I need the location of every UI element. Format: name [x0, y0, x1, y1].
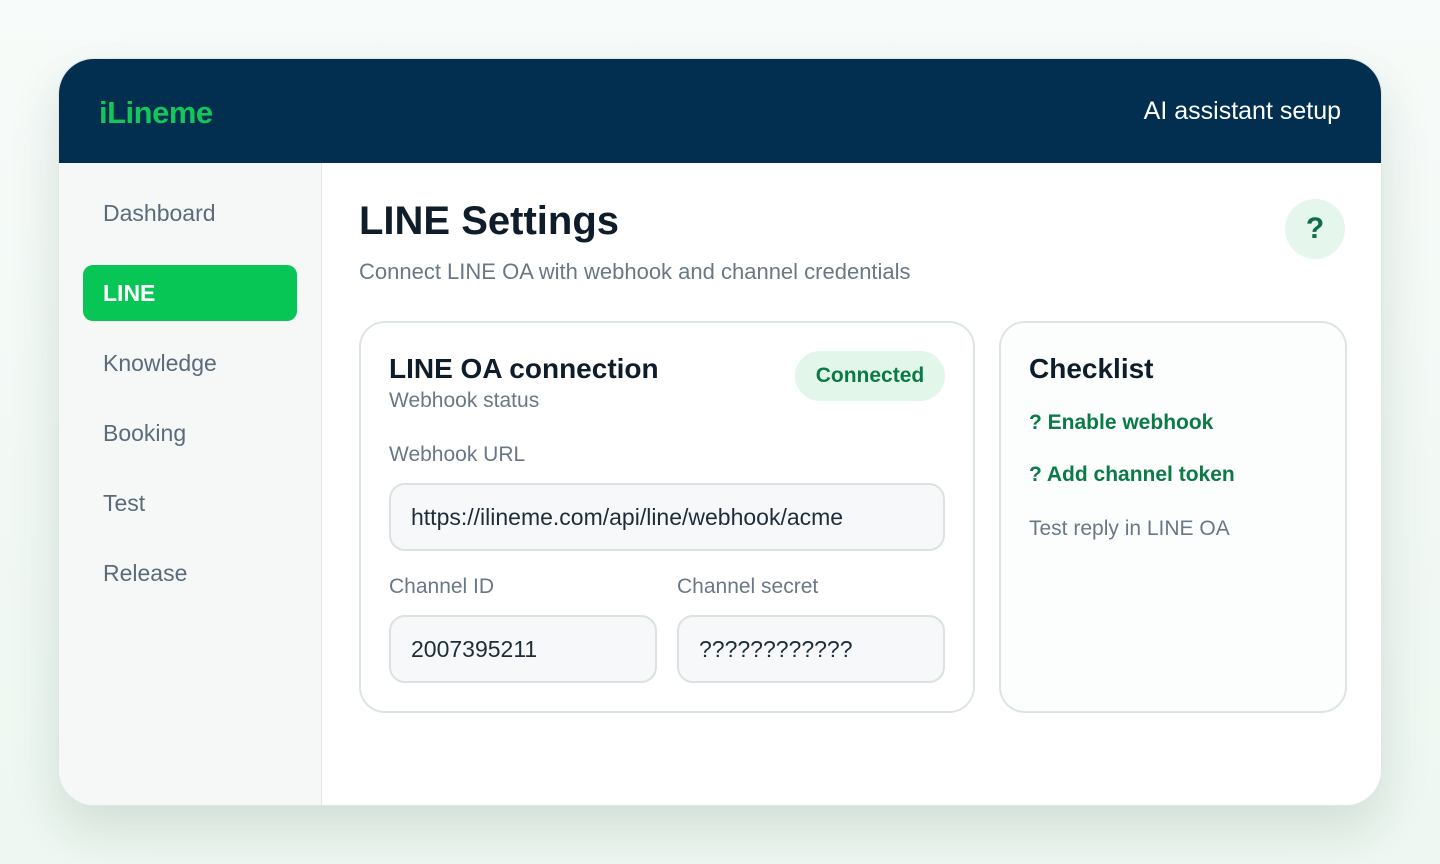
channel-secret-field[interactable]: ???????????? [677, 615, 945, 683]
app-window: iLineme AI assistant setup Dashboard LIN… [58, 58, 1382, 806]
sidebar-item-dashboard[interactable]: Dashboard [83, 185, 297, 241]
sidebar-item-line[interactable]: LINE [83, 265, 297, 321]
sidebar: Dashboard LINE Knowledge Booking Test Re… [59, 163, 322, 805]
checklist-item-add-channel-token: ? Add channel token [1029, 463, 1235, 486]
webhook-url-field[interactable]: https://ilineme.com/api/line/webhook/acm… [389, 483, 945, 551]
page-subtitle: Connect LINE OA with webhook and channel… [359, 259, 911, 284]
checklist-card: Checklist ? Enable webhook ? Add channel… [999, 321, 1347, 713]
page-title: LINE Settings [359, 199, 620, 243]
brand-logo[interactable]: iLineme [99, 95, 213, 131]
sidebar-item-release[interactable]: Release [83, 545, 297, 601]
line-oa-connection-card: LINE OA connection Webhook status Connec… [359, 321, 975, 713]
sidebar-item-test[interactable]: Test [83, 475, 297, 531]
help-button[interactable]: ? [1285, 199, 1345, 259]
help-icon: ? [1305, 212, 1325, 245]
webhook-url-label: Webhook URL [389, 443, 526, 466]
context-title: AI assistant setup [1143, 97, 1341, 125]
top-bar: iLineme AI assistant setup [59, 59, 1381, 163]
checklist-item-test-reply: Test reply in LINE OA [1029, 517, 1230, 540]
sidebar-item-knowledge[interactable]: Knowledge [83, 335, 297, 391]
channel-secret-label: Channel secret [677, 575, 819, 598]
checklist-item-enable-webhook: ? Enable webhook [1029, 411, 1214, 434]
main-content: LINE Settings Connect LINE OA with webho… [323, 163, 1381, 805]
sidebar-item-booking[interactable]: Booking [83, 405, 297, 461]
channel-id-field[interactable]: 2007395211 [389, 615, 657, 683]
connection-card-subtitle: Webhook status [389, 389, 540, 412]
status-badge: Connected [795, 351, 945, 401]
checklist-title: Checklist [1029, 353, 1154, 384]
channel-id-label: Channel ID [389, 575, 495, 598]
connection-card-title: LINE OA connection [389, 353, 659, 384]
